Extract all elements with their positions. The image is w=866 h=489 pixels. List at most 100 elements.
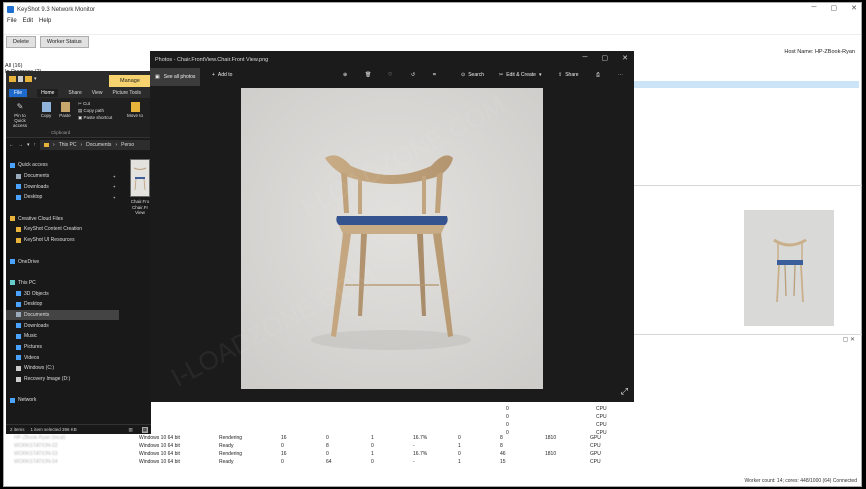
manage-tab[interactable]: Manage	[109, 75, 151, 87]
back-arrow-icon[interactable]: ←	[9, 142, 14, 148]
table-row[interactable]: 0 CPU	[504, 413, 609, 421]
share-button[interactable]: ⇪ Share	[558, 72, 579, 78]
sidebar-item-music[interactable]: Music	[6, 331, 119, 342]
tab-share[interactable]: Share	[68, 90, 81, 96]
sidebar-item-desktop[interactable]: Desktop ✦	[6, 192, 119, 203]
edit-create-button[interactable]: ✂ Edit & Create ▾	[499, 72, 541, 78]
sidebar-item-recovery-image-d-[interactable]: Recovery Image (D:)	[6, 374, 119, 385]
print-icon[interactable]: ⎙	[596, 72, 600, 78]
pin-icon[interactable]: ✦	[113, 174, 116, 179]
sidebar-item-downloads[interactable]: Downloads	[6, 320, 119, 331]
sidebar-item-windows-c-[interactable]: Windows (C:)	[6, 363, 119, 374]
cut-button[interactable]: ✂ Cut	[78, 100, 112, 107]
new-folder-icon[interactable]	[25, 76, 32, 82]
recent-dropdown-icon[interactable]: ▾	[27, 142, 30, 148]
cell-cores: 0	[506, 406, 509, 412]
large-icons-view-icon[interactable]: ▦	[141, 426, 148, 433]
delete-icon[interactable]: 🗑	[365, 72, 371, 78]
sidebar-item-keyshot-content-creation[interactable]: KeyShot Content Creation	[6, 224, 119, 235]
sidebar-item-this-pc[interactable]: This PC	[6, 278, 119, 289]
table-row[interactable]: HP-ZBook-Ryan (local) Windows 10 64 bit Re…	[12, 434, 608, 442]
paste-shortcut-button[interactable]: ▣ Paste shortcut	[78, 114, 112, 121]
cell-threads: 0	[281, 459, 284, 465]
copy-path-button[interactable]: ▤ Copy path	[78, 107, 112, 114]
breadcrumb-documents[interactable]: Documents	[86, 142, 111, 148]
sidebar-item-pictures[interactable]: Pictures	[6, 342, 119, 353]
pin-icon[interactable]: ✦	[113, 195, 116, 200]
sidebar-item-network[interactable]: Network	[6, 395, 119, 406]
menu-help[interactable]: Help	[39, 18, 51, 24]
sidebar-item-videos[interactable]: Videos	[6, 352, 119, 363]
maximize-icon[interactable]: ▢	[602, 54, 609, 62]
cell-os: Windows 10 64 bit	[139, 451, 180, 457]
table-row[interactable]: WORKSTATION-04 Windows 10 64 bit Ready 0 64 0…	[12, 458, 608, 466]
photo-canvas[interactable]	[241, 88, 543, 389]
sidebar-item-onedrive[interactable]: OneDrive	[6, 256, 119, 267]
quick-access-dropdown-icon[interactable]: ▾	[34, 76, 37, 82]
pane-divider-lower	[634, 334, 862, 335]
folder-icon	[16, 194, 21, 200]
fullscreen-expand-icon[interactable]: ⤢	[621, 386, 628, 397]
edit-icon: ✂	[499, 72, 504, 78]
close-icon[interactable]: ✕	[851, 4, 857, 12]
maximize-icon[interactable]: ▢	[831, 4, 838, 12]
menu-edit[interactable]: Edit	[23, 18, 33, 24]
cell-worker-name: WORKSTATION-03	[14, 451, 58, 457]
delete-button[interactable]: Delete	[6, 35, 36, 48]
crop-icon[interactable]: ⌗	[433, 72, 436, 78]
pin-quick-access-button[interactable]: ✎ Pin to Quick access	[8, 102, 32, 128]
file-item-chair[interactable]: Chair.Fro Chair.Fr View	[128, 159, 152, 216]
breadcrumb-personal[interactable]: Perso	[121, 142, 134, 148]
sidebar-item-documents[interactable]: Documents	[6, 309, 119, 321]
address-bar[interactable]: › This PC › Documents › Perso	[40, 140, 151, 150]
close-icon[interactable]: ✕	[622, 54, 628, 62]
copy-button[interactable]: Copy	[39, 102, 53, 118]
sidebar-item-3d-objects[interactable]: 3D Objects	[6, 288, 119, 299]
favorite-icon[interactable]: ♡	[388, 72, 392, 78]
table-row[interactable]: WORKSTATION-03 Windows 10 64 bit Rendering…	[12, 450, 608, 458]
sidebar-item-desktop[interactable]: Desktop	[6, 299, 119, 310]
tab-picture-tools[interactable]: Picture Tools	[113, 90, 142, 96]
ribbon-tabs: File Home Share View Picture Tools	[6, 87, 151, 98]
rotate-icon[interactable]: ↺	[411, 72, 415, 78]
tab-home[interactable]: Home	[37, 88, 59, 97]
tab-view[interactable]: View	[92, 90, 103, 96]
up-arrow-icon[interactable]: ↑	[34, 142, 37, 148]
folder-icon	[10, 397, 15, 403]
paste-button[interactable]: Paste	[58, 102, 72, 118]
search-button[interactable]: ⊙ Search	[461, 72, 484, 78]
pin-icon[interactable]: ✦	[113, 184, 116, 189]
cell-worker-name: WORKSTATION-04	[14, 459, 58, 465]
sidebar-item-documents[interactable]: Documents ✦	[6, 171, 119, 182]
worker-table: HP-ZBook-Ryan (local) Windows 10 64 bit Re…	[12, 434, 608, 466]
cell-cores: 0	[506, 414, 509, 420]
sidebar-item-keyshot-ui-resources[interactable]: KeyShot UI Resources	[6, 235, 119, 246]
worker-status-button[interactable]: Worker Status	[39, 35, 89, 48]
see-all-photos-button[interactable]: ▣ See all photos	[150, 68, 201, 86]
table-row[interactable]: WORKSTATION-02 Windows 10 64 bit Ready 0 8 0 -…	[12, 442, 608, 450]
forward-arrow-icon[interactable]: →	[18, 142, 23, 148]
paste-shortcut-label: Paste shortcut	[83, 115, 113, 120]
properties-icon[interactable]	[18, 76, 23, 82]
move-to-button[interactable]: Move to	[126, 102, 144, 118]
table-row[interactable]: 0 CPU	[504, 421, 609, 429]
add-to-button[interactable]: + Add to	[212, 72, 232, 78]
gallery-icon: ▣	[155, 74, 160, 80]
more-options-icon[interactable]: ⋯	[618, 72, 623, 78]
cell-worker-name: WORKSTATION-02	[14, 443, 58, 449]
breadcrumb-this-pc[interactable]: This PC	[59, 142, 77, 148]
details-view-icon[interactable]: ▥	[128, 427, 132, 433]
sidebar-item-downloads[interactable]: Downloads ✦	[6, 181, 119, 192]
sidebar-item-creative-cloud-files[interactable]: Creative Cloud Files	[6, 213, 119, 224]
sidebar-item-quick-access[interactable]: Quick access	[6, 160, 119, 171]
menu-file[interactable]: File	[7, 18, 17, 24]
minimize-icon[interactable]: ─	[812, 4, 817, 12]
worker-table-upper: 0 CPU 0 CPU 0 CPU 0 CPU	[504, 405, 609, 437]
close-pane-icon[interactable]: ✕	[850, 337, 855, 343]
restore-pane-icon[interactable]: ▢	[843, 337, 849, 343]
table-row[interactable]: 0 CPU	[504, 405, 609, 413]
minimize-icon[interactable]: ─	[583, 54, 588, 62]
selected-job-row[interactable]	[634, 81, 859, 88]
tab-file[interactable]: File	[9, 88, 28, 97]
zoom-icon[interactable]: ⊕	[343, 72, 347, 78]
